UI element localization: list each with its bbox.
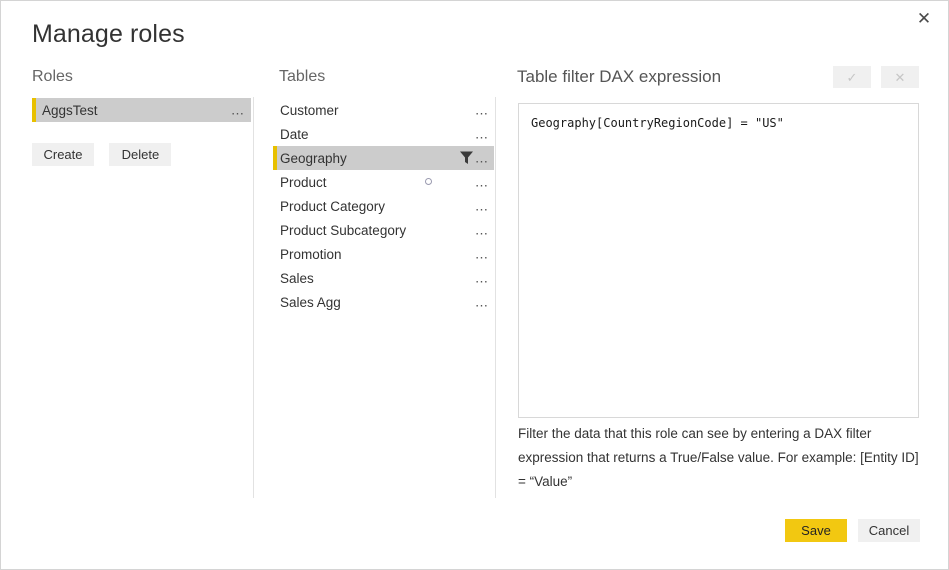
table-list-item[interactable]: Date ⋯: [273, 122, 494, 146]
table-list-item-label: Product Category: [280, 198, 386, 214]
close-icon[interactable]: ✕: [903, 3, 945, 33]
role-more-options-icon[interactable]: ⋯: [231, 107, 245, 120]
table-more-options-icon[interactable]: ⋯: [475, 299, 489, 312]
table-list-item[interactable]: Promotion ⋯: [273, 242, 494, 266]
table-list-item[interactable]: Sales ⋯: [273, 266, 494, 290]
filter-funnel-icon: [460, 151, 473, 164]
dax-column-header: Table filter DAX expression: [517, 67, 722, 86]
table-list-item[interactable]: Customer ⋯: [273, 98, 494, 122]
table-list-item[interactable]: Product Category ⋯: [273, 194, 494, 218]
table-more-options-icon[interactable]: ⋯: [475, 131, 489, 144]
cancel-button[interactable]: Cancel: [858, 519, 920, 542]
roles-column-header: Roles: [32, 68, 73, 85]
delete-role-button[interactable]: Delete: [109, 143, 172, 166]
table-list-item-label: Promotion: [280, 246, 342, 262]
table-list-item-label: Product: [280, 174, 327, 190]
dax-accept-check-icon[interactable]: ✓: [833, 66, 871, 88]
table-more-options-icon[interactable]: ⋯: [475, 179, 489, 192]
dax-expression-editor[interactable]: Geography[CountryRegionCode] = "US": [518, 103, 919, 418]
table-more-options-icon[interactable]: ⋯: [475, 227, 489, 240]
table-more-options-icon[interactable]: ⋯: [475, 203, 489, 216]
tables-column-header: Tables: [279, 68, 326, 85]
save-button[interactable]: Save: [785, 519, 847, 542]
column-divider-roles-tables: [253, 97, 254, 498]
table-list-item-label: Sales: [280, 270, 314, 286]
table-list-item[interactable]: Product ⋯: [273, 170, 494, 194]
busy-circle-icon: [425, 178, 432, 185]
table-list-item-label: Sales Agg: [280, 294, 341, 310]
column-divider-tables-dax: [495, 97, 496, 498]
selection-accent-bar: [32, 98, 36, 122]
table-list-item[interactable]: Geography ⋯: [273, 146, 494, 170]
manage-roles-dialog: ✕ Manage roles Roles Tables Table filter…: [0, 0, 949, 570]
dax-cancel-x-icon[interactable]: ✕: [881, 66, 919, 88]
dax-help-text: Filter the data that this role can see b…: [518, 426, 919, 489]
table-list-item[interactable]: Sales Agg ⋯: [273, 290, 494, 314]
table-more-options-icon[interactable]: ⋯: [475, 275, 489, 288]
create-role-button[interactable]: Create: [32, 143, 94, 166]
table-more-options-icon[interactable]: ⋯: [475, 155, 489, 168]
table-list-item-label: Product Subcategory: [280, 222, 407, 238]
page-title: Manage roles: [32, 20, 185, 48]
selection-accent-bar: [273, 146, 277, 170]
table-more-options-icon[interactable]: ⋯: [475, 107, 489, 120]
role-list-item[interactable]: AggsTest ⋯: [32, 98, 251, 122]
dax-expression-text[interactable]: Geography[CountryRegionCode] = "US": [519, 104, 918, 131]
tables-list: Customer ⋯ Date ⋯ Geography ⋯ Product ⋯ Product …: [273, 98, 494, 314]
table-list-item-label: Customer: [280, 102, 339, 118]
table-list-item[interactable]: Product Subcategory ⋯: [273, 218, 494, 242]
role-list-item-label: AggsTest: [42, 102, 98, 118]
table-more-options-icon[interactable]: ⋯: [475, 251, 489, 264]
table-list-item-label: Date: [280, 126, 309, 142]
table-list-item-label: Geography: [280, 150, 347, 166]
roles-action-buttons: Create Delete: [32, 143, 172, 166]
roles-list: AggsTest ⋯: [32, 98, 251, 122]
